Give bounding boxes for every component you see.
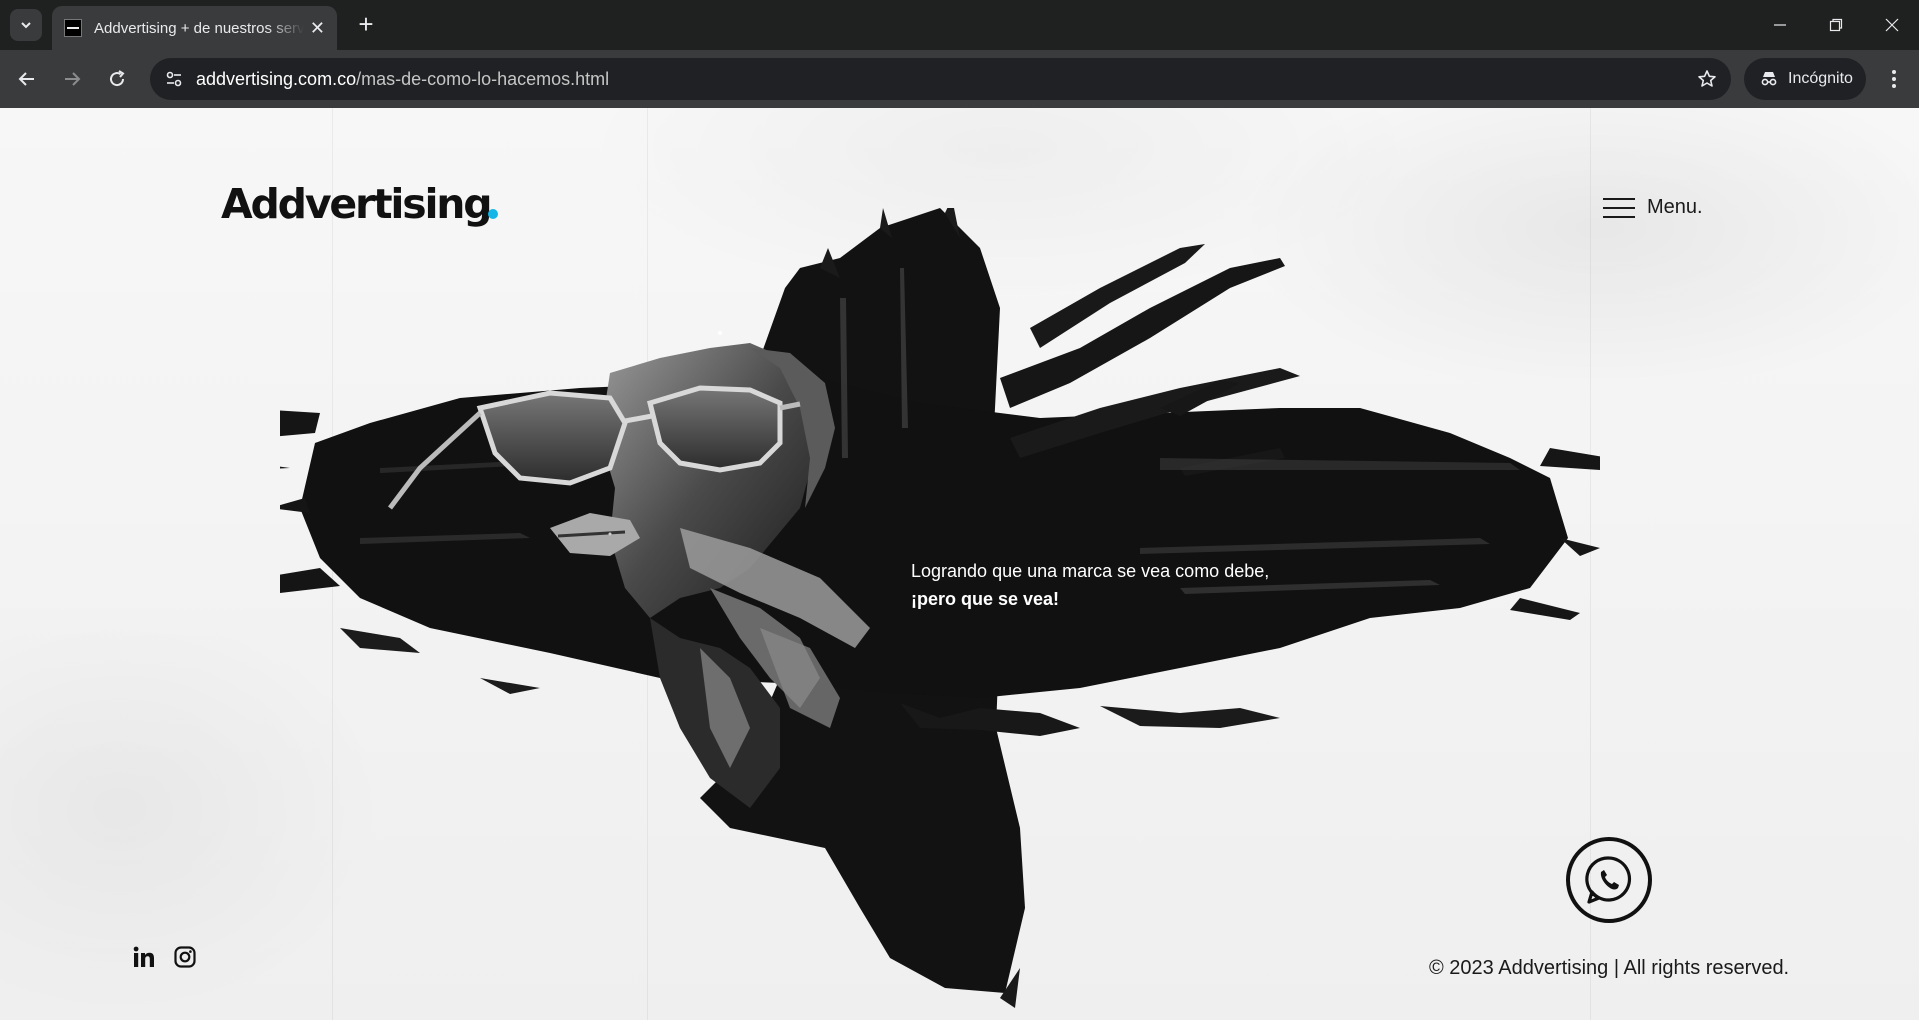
menu-button[interactable]: Menu. (1603, 196, 1703, 219)
incognito-icon (1761, 72, 1777, 86)
hero-tagline: Logrando que una marca se vea como debe,… (911, 557, 1269, 613)
star-icon (1698, 70, 1716, 87)
browser-tabstrip: Addvertising + de nuestros servicios ✕ + (0, 0, 1919, 50)
reload-icon (110, 70, 125, 87)
address-bar[interactable]: addvertising.com.co/mas-de-como-lo-hacem… (150, 58, 1731, 100)
site-info-icon (166, 71, 182, 87)
incognito-badge[interactable]: Incógnito (1744, 58, 1866, 100)
close-window-button[interactable] (1869, 8, 1915, 42)
tab-title: Addvertising + de nuestros servicios (94, 19, 304, 37)
close-icon[interactable]: ✕ (310, 19, 325, 37)
back-icon (18, 72, 34, 86)
close-icon (1885, 18, 1899, 32)
linkedin-icon (133, 946, 154, 967)
browser-tab[interactable]: Addvertising + de nuestros servicios ✕ (52, 6, 337, 50)
copyright-text: © 2023 Addvertising | All rights reserve… (1429, 957, 1790, 979)
menu-label: Menu. (1647, 196, 1703, 218)
page: Addvertising Menu. Logrando que una marc… (0, 108, 1919, 1020)
minimize-icon (1774, 24, 1786, 26)
new-tab-button[interactable]: + (353, 10, 379, 38)
bookmark-button[interactable] (1695, 67, 1719, 91)
favicon-icon (64, 19, 82, 37)
tab-search-button[interactable] (10, 9, 42, 41)
tagline-line-1: Logrando que una marca se vea como debe, (911, 561, 1270, 581)
minimize-button[interactable] (1757, 8, 1803, 42)
linkedin-link[interactable] (131, 944, 157, 970)
restore-icon (1829, 18, 1843, 32)
browser-menu-button[interactable] (1880, 62, 1908, 96)
browser-toolbar: addvertising.com.co/mas-de-como-lo-hacem… (0, 50, 1919, 108)
incognito-label: Incógnito (1788, 70, 1853, 87)
url-text: addvertising.com.co/mas-de-como-lo-hacem… (196, 69, 610, 89)
chevron-down-icon (21, 22, 31, 29)
back-button[interactable] (10, 62, 44, 96)
instagram-icon (174, 946, 196, 968)
reload-button[interactable] (100, 62, 134, 96)
forward-icon (65, 72, 81, 86)
whatsapp-button[interactable] (1565, 836, 1653, 924)
restore-button[interactable] (1813, 8, 1859, 42)
whatsapp-icon (1566, 837, 1652, 923)
site-info-button[interactable] (160, 65, 188, 93)
hamburger-icon (1603, 197, 1635, 218)
kebab-menu-icon (1892, 70, 1896, 88)
forward-button[interactable] (55, 62, 89, 96)
tagline-line-2: ¡pero que se vea! (911, 589, 1060, 609)
instagram-link[interactable] (172, 944, 198, 970)
